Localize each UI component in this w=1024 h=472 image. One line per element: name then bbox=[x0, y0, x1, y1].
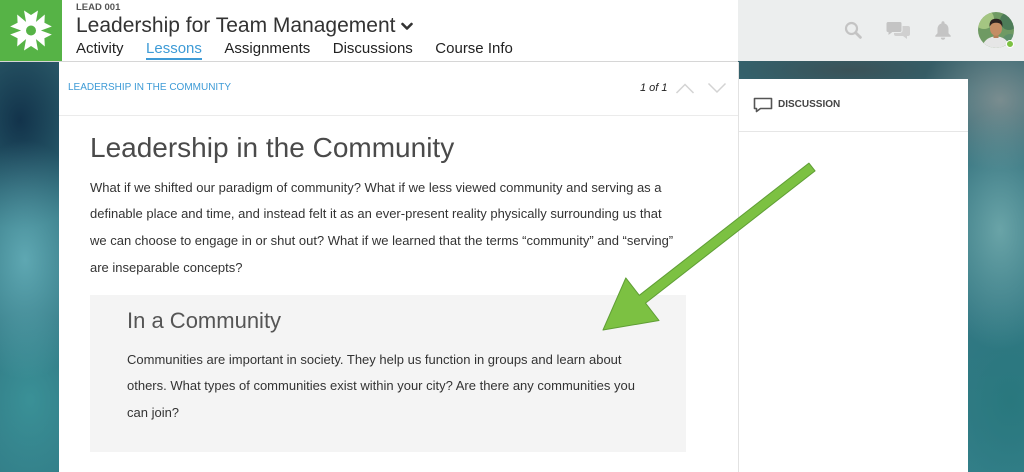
side-panel: DISCUSSION bbox=[739, 79, 968, 472]
tab-course-info[interactable]: Course Info bbox=[435, 40, 513, 60]
page-title: Leadership in the Community bbox=[90, 132, 455, 163]
tab-assignments[interactable]: Assignments bbox=[224, 40, 310, 60]
course-code: LEAD 001 bbox=[76, 2, 121, 13]
lesson-toolbar: LEADERSHIP IN THE COMMUNITY 1 of 1 bbox=[59, 62, 738, 116]
lesson-content: Leadership in the Community What if we s… bbox=[90, 131, 690, 452]
top-bar: LEAD 001 Leadership for Team Management … bbox=[0, 0, 738, 62]
callout-heading: In a Community bbox=[127, 307, 282, 333]
callout-box: In a Community Communities are important… bbox=[90, 294, 686, 452]
course-nav: Activity Lessons Assignments Discussions… bbox=[76, 40, 535, 60]
breadcrumb[interactable]: LEADERSHIP IN THE COMMUNITY bbox=[68, 82, 231, 94]
search-icon[interactable] bbox=[844, 21, 862, 39]
discussion-icon bbox=[753, 97, 773, 113]
discussion-button[interactable]: DISCUSSION bbox=[739, 79, 968, 132]
tab-lessons[interactable]: Lessons bbox=[146, 40, 202, 60]
course-title[interactable]: Leadership for Team Management bbox=[76, 13, 395, 39]
lesson-paragraph: What if we shifted our paradigm of commu… bbox=[90, 179, 674, 275]
course-switcher[interactable]: Leadership for Team Management bbox=[76, 13, 414, 39]
callout-paragraph: Communities are important in society. Th… bbox=[127, 351, 635, 420]
asterisk-logo-icon bbox=[10, 10, 52, 51]
app-window: LEAD 001 Leadership for Team Management … bbox=[0, 0, 1024, 472]
lesson-card: LEADERSHIP IN THE COMMUNITY 1 of 1 Leade… bbox=[59, 62, 739, 472]
tab-discussions[interactable]: Discussions bbox=[333, 40, 413, 60]
tab-activity[interactable]: Activity bbox=[76, 40, 124, 60]
previous-item-button[interactable] bbox=[675, 82, 695, 94]
next-item-button[interactable] bbox=[707, 82, 727, 94]
bell-icon[interactable] bbox=[934, 20, 952, 40]
chat-icon[interactable] bbox=[885, 20, 911, 40]
chevron-up-icon bbox=[675, 83, 695, 94]
chevron-down-icon bbox=[707, 82, 727, 94]
page-counter: 1 of 1 bbox=[640, 82, 668, 94]
app-logo[interactable] bbox=[0, 0, 62, 61]
online-status-dot bbox=[1006, 40, 1014, 48]
discussion-label: DISCUSSION bbox=[778, 99, 841, 110]
chevron-down-icon[interactable] bbox=[401, 22, 414, 31]
